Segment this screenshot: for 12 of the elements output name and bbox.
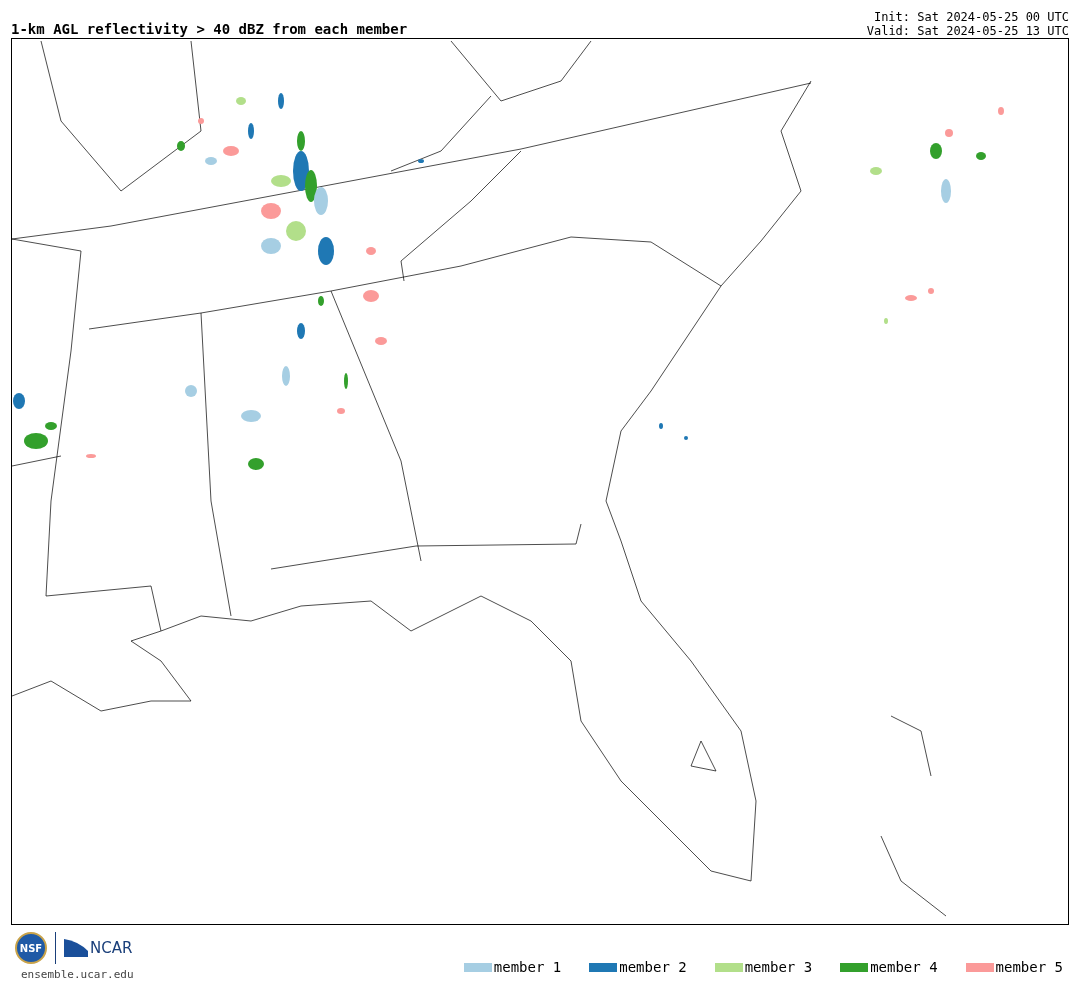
legend-label: member 5: [995, 959, 1063, 975]
site-url: ensemble.ucar.edu: [20, 968, 134, 981]
legend-label: member 1: [493, 959, 562, 975]
nsf-logo: NSF: [15, 932, 47, 964]
wave-icon: [64, 939, 88, 957]
valid-time: Valid: Sat 2024-05-25 13 UTC: [866, 24, 1069, 38]
legend-label: member 3: [744, 959, 813, 975]
ncar-logo: NCAR: [90, 939, 133, 957]
init-time: Init: Sat 2024-05-25 00 UTC: [872, 10, 1069, 24]
legend-label: member 4: [870, 959, 938, 975]
legend-label: member 2: [619, 959, 687, 975]
chart-title: 1-km AGL reflectivity > 40 dBZ from each member: [11, 20, 408, 38]
